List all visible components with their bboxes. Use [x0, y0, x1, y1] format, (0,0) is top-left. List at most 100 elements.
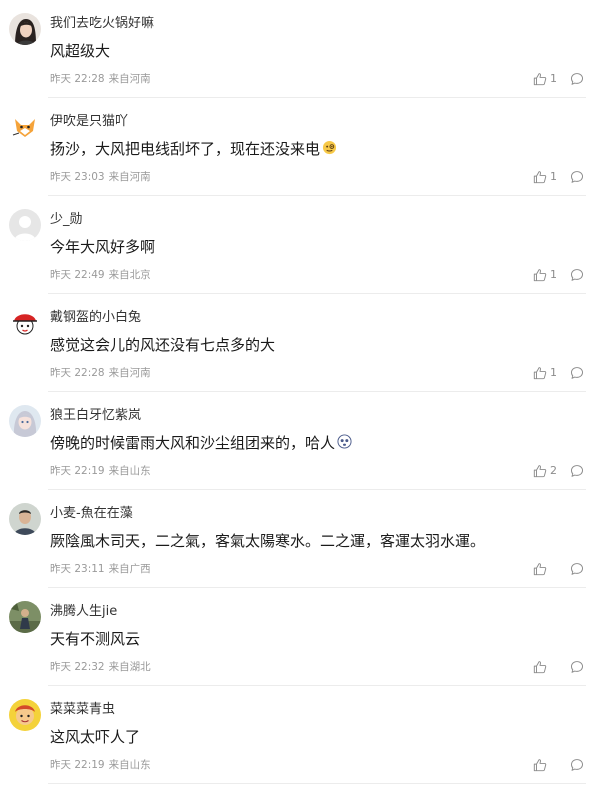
- comment-username[interactable]: 少_勋: [50, 211, 83, 229]
- comment-time: 昨天 22:49: [50, 269, 105, 281]
- thumbs-up-icon: [533, 465, 547, 478]
- avatar[interactable]: [9, 13, 41, 45]
- comment-meta: 昨天 22:28 来自河南: [50, 366, 151, 380]
- comment-username[interactable]: 狼王白牙忆紫岚: [50, 407, 141, 425]
- avatar[interactable]: [9, 209, 41, 241]
- thumbs-up-icon: [533, 171, 547, 184]
- comment-username[interactable]: 我们去吃火锅好嘛: [50, 15, 154, 33]
- thumbs-up-icon: [533, 269, 547, 282]
- scared-face-emoji-icon: [337, 434, 352, 449]
- comment-item: 我们去吃火锅好嘛 风超级大 昨天 22:28 来自河南 1: [0, 0, 600, 98]
- reply-button[interactable]: [570, 72, 584, 86]
- yellow-cartoon-avatar-icon: [9, 699, 41, 731]
- comment-username[interactable]: 戴钢盔的小白兔: [50, 309, 141, 327]
- comment-text-body: 傍晚的时候雷雨大风和沙尘组团来的，哈人: [50, 434, 336, 452]
- avatar[interactable]: [9, 699, 41, 731]
- avatar[interactable]: [9, 601, 41, 633]
- comment-bubble-icon: [571, 759, 583, 771]
- reply-button[interactable]: [570, 268, 584, 282]
- reply-button[interactable]: [570, 366, 584, 380]
- comment-meta: 昨天 22:19 来自山东: [50, 758, 151, 772]
- default-gray-avatar-icon: [9, 209, 41, 241]
- comment-time: 昨天 23:03: [50, 171, 105, 183]
- comment-bubble-icon: [571, 171, 583, 183]
- comment-meta: 昨天 22:49 来自北京: [50, 268, 151, 282]
- comment-text-body: 风超级大: [50, 42, 111, 60]
- like-button[interactable]: 1: [533, 168, 557, 186]
- comment-time: 昨天 22:32: [50, 661, 105, 673]
- divider: [48, 783, 586, 784]
- comment-text-body: 天有不测风云: [50, 630, 141, 648]
- comment-bubble-icon: [571, 367, 583, 379]
- comment-bubble-icon: [571, 465, 583, 477]
- comment-username[interactable]: 伊吹是只猫吖: [50, 113, 128, 131]
- outdoor-photo-avatar-icon: [9, 601, 41, 633]
- comment-location: 来自山东: [108, 465, 151, 477]
- red-hat-cartoon-avatar-icon: [9, 307, 41, 339]
- reply-button[interactable]: [570, 464, 584, 478]
- comment-bubble-icon: [571, 661, 583, 673]
- cartoon-fox-avatar-icon: [9, 111, 41, 143]
- reply-button[interactable]: [570, 660, 584, 674]
- comment-location: 来自广西: [108, 563, 151, 575]
- like-button[interactable]: 1: [533, 70, 557, 88]
- thumbs-up-icon: [533, 367, 547, 380]
- comment-location: 来自河南: [108, 171, 151, 183]
- avatar[interactable]: [9, 307, 41, 339]
- comment-text-body: 今年大风好多啊: [50, 238, 156, 256]
- comment-location: 来自山东: [108, 759, 151, 771]
- comment-meta: 昨天 22:19 来自山东: [50, 464, 151, 478]
- like-button[interactable]: [533, 658, 550, 676]
- man-photo-avatar-icon: [9, 503, 41, 535]
- comment-bubble-icon: [571, 269, 583, 281]
- comment-text-body: 扬沙，大风把电线刮坏了，现在还没来电: [50, 140, 321, 158]
- avatar[interactable]: [9, 111, 41, 143]
- reply-button[interactable]: [570, 758, 584, 772]
- like-button[interactable]: [533, 560, 550, 578]
- comment-text-body: 感觉这会儿的风还没有七点多的大: [50, 336, 276, 354]
- comment-location: 来自湖北: [108, 661, 151, 673]
- like-button[interactable]: 1: [533, 364, 557, 382]
- comment-username[interactable]: 菜菜菜青虫: [50, 701, 115, 719]
- like-count: 2: [550, 464, 557, 477]
- comment-time: 昨天 22:19: [50, 759, 105, 771]
- avatar[interactable]: [9, 503, 41, 535]
- like-button[interactable]: 1: [533, 266, 557, 284]
- comment-time: 昨天 22:28: [50, 73, 105, 85]
- thumbs-up-icon: [533, 563, 547, 576]
- comment-time: 昨天 22:28: [50, 367, 105, 379]
- reply-button[interactable]: [570, 562, 584, 576]
- comment-bubble-icon: [571, 563, 583, 575]
- anime-girl-avatar-icon: [9, 405, 41, 437]
- comment-text: 傍晚的时候雷雨大风和沙尘组团来的，哈人: [50, 432, 352, 454]
- like-button[interactable]: [533, 756, 550, 774]
- comment-meta: 昨天 23:11 来自广西: [50, 562, 151, 576]
- comment-item: 狼王白牙忆紫岚 傍晚的时候雷雨大风和沙尘组团来的，哈人 昨天 22:19 来自山东…: [0, 392, 600, 490]
- like-count: 1: [550, 72, 557, 85]
- avatar[interactable]: [9, 405, 41, 437]
- like-count: 1: [550, 170, 557, 183]
- thumbs-up-icon: [533, 661, 547, 674]
- comment-text: 厥陰風木司天，二之氣，客氣太陽寒水。二之運，客運太羽水運。: [50, 530, 485, 552]
- comment-location: 来自河南: [108, 73, 151, 85]
- like-button[interactable]: 2: [533, 462, 557, 480]
- comment-text: 扬沙，大风把电线刮坏了，现在还没来电: [50, 138, 337, 160]
- reply-button[interactable]: [570, 170, 584, 184]
- comment-location: 来自北京: [108, 269, 151, 281]
- comment-username[interactable]: 沸腾人生jie: [50, 603, 117, 621]
- comment-bubble-icon: [571, 73, 583, 85]
- comment-text: 今年大风好多啊: [50, 236, 155, 258]
- comment-meta: 昨天 22:32 来自湖北: [50, 660, 151, 674]
- like-count: 1: [550, 366, 557, 379]
- comment-meta: 昨天 23:03 来自河南: [50, 170, 151, 184]
- comment-item: 伊吹是只猫吖 扬沙，大风把电线刮坏了，现在还没来电 昨天 23:03 来自河南 1: [0, 98, 600, 196]
- comment-time: 昨天 22:19: [50, 465, 105, 477]
- comment-item: 戴钢盔的小白兔 感觉这会儿的风还没有七点多的大 昨天 22:28 来自河南 1: [0, 294, 600, 392]
- thumbs-up-icon: [533, 759, 547, 772]
- comment-text-body: 厥陰風木司天，二之氣，客氣太陽寒水。二之運，客運太羽水運。: [50, 532, 486, 550]
- comment-meta: 昨天 22:28 来自河南: [50, 72, 151, 86]
- comment-text: 天有不测风云: [50, 628, 140, 650]
- comment-time: 昨天 23:11: [50, 563, 105, 575]
- comment-username[interactable]: 小麦-魚在在藻: [50, 505, 133, 523]
- like-count: 1: [550, 268, 557, 281]
